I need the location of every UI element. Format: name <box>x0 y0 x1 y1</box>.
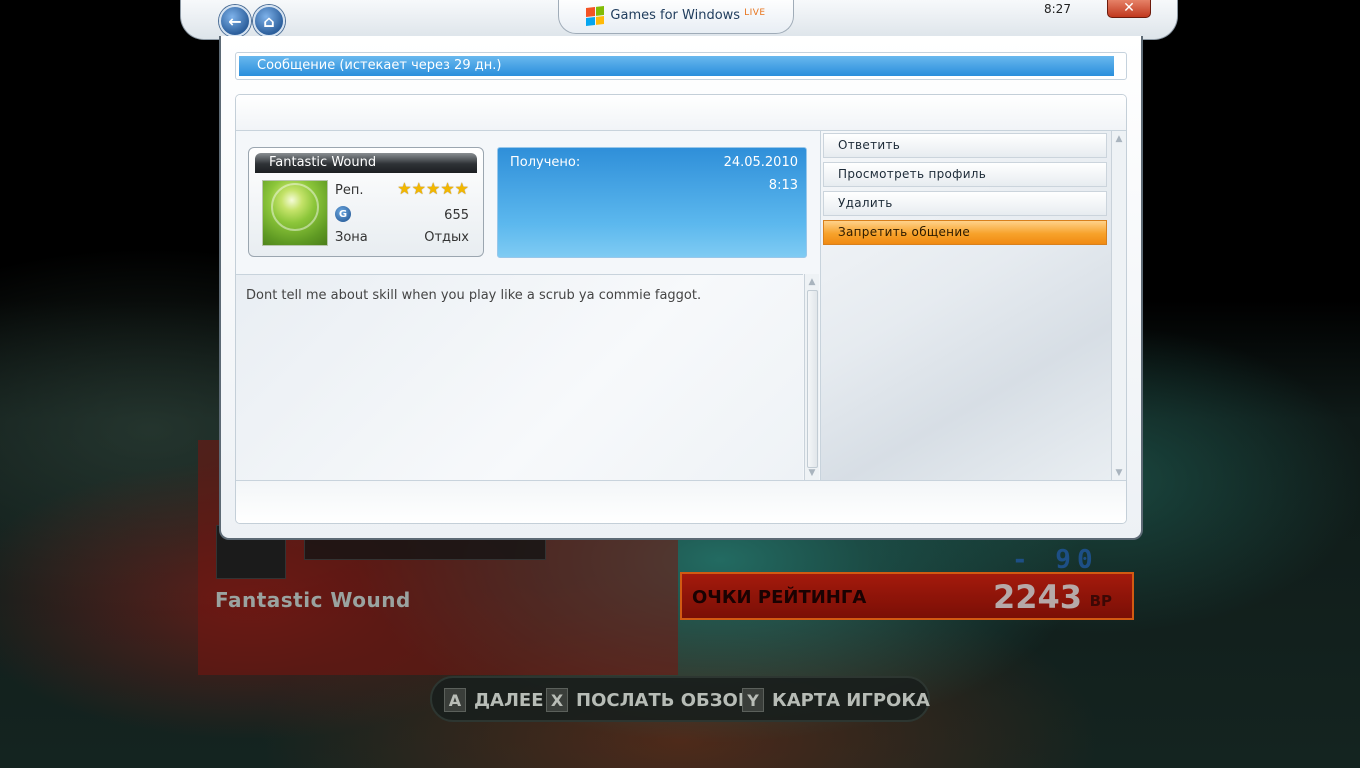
dialog-header: Сообщение (истекает через 29 дн.) <box>235 52 1127 80</box>
gamerscore-value: 655 <box>444 208 469 223</box>
dialog-content: Fantastic Wound Реп. ★ ★ ★ ★ ★ G 655 Зон… <box>235 94 1127 524</box>
game-gamertag: Fantastic Wound <box>215 588 411 612</box>
control-hint-player-card[interactable]: Y КАРТА ИГРОКА <box>742 688 930 712</box>
gfwl-logo: Games for Windows LIVE <box>558 0 794 34</box>
zone-label: Зона <box>335 230 368 245</box>
close-button[interactable]: ✕ <box>1107 0 1151 18</box>
content-bottom-strip <box>236 480 1126 523</box>
control-hint-label: КАРТА ИГРОКА <box>772 689 930 711</box>
rating-points-bar: ОЧКИ РЕЙТИНГА 2243 BP <box>680 572 1134 620</box>
reputation-stars: ★ ★ ★ ★ ★ <box>397 181 469 197</box>
message-body: Dont tell me about skill when you play l… <box>236 274 803 482</box>
rating-points-label: ОЧКИ РЕЙТИНГА <box>692 587 867 608</box>
home-button[interactable]: ⌂ <box>253 5 285 37</box>
zone-value: Отдых <box>424 230 469 245</box>
view-profile-button[interactable]: Просмотреть профиль <box>823 162 1107 187</box>
scroll-thumb[interactable] <box>807 290 818 468</box>
rating-points-value: 2243 <box>992 578 1082 616</box>
logo-text: Games for Windows <box>610 8 741 23</box>
control-hint-label: ПОСЛАТЬ ОБЗОР <box>576 689 752 711</box>
delete-button[interactable]: Удалить <box>823 191 1107 216</box>
control-hint-send-review[interactable]: X ПОСЛАТЬ ОБЗОР <box>546 688 751 712</box>
message-dialog: Сообщение (истекает через 29 дн.) Fantas… <box>219 36 1143 540</box>
dialog-title: Сообщение (истекает через 29 дн.) <box>239 56 1114 76</box>
scroll-up-icon[interactable]: ▲ <box>1112 132 1126 146</box>
message-text: Dont tell me about skill when you play l… <box>246 288 702 303</box>
received-time: 8:13 <box>768 178 798 193</box>
star-icon: ★ <box>440 179 455 198</box>
star-icon: ★ <box>411 179 426 198</box>
star-icon: ★ <box>397 179 412 198</box>
avatar <box>262 180 328 246</box>
button-a-icon: A <box>444 688 466 712</box>
block-communication-button[interactable]: Запретить общение <box>823 220 1107 245</box>
scroll-down-icon[interactable]: ▼ <box>805 466 819 480</box>
control-hint-label: ДАЛЕЕ <box>474 689 544 711</box>
scroll-up-icon[interactable]: ▲ <box>805 275 819 289</box>
button-x-icon: X <box>546 688 568 712</box>
content-top-strip <box>236 95 1126 131</box>
reply-button[interactable]: Ответить <box>823 133 1107 158</box>
received-label: Получено: <box>510 155 581 170</box>
clock: 8:27 <box>1044 2 1071 16</box>
star-icon: ★ <box>425 179 441 198</box>
back-arrow-icon: ← <box>228 11 242 31</box>
control-hint-next[interactable]: A ДАЛЕЕ <box>444 688 544 712</box>
windows-flag-icon <box>586 5 605 26</box>
logo-live: LIVE <box>744 7 766 18</box>
gamerscore-g-icon: G <box>335 206 351 222</box>
received-date: 24.05.2010 <box>723 155 798 170</box>
received-panel: Получено: 24.05.2010 8:13 <box>497 147 807 258</box>
actions-pane: Ответить Просмотреть профиль Удалить Зап… <box>821 131 1111 481</box>
home-icon: ⌂ <box>263 11 275 31</box>
scroll-down-icon[interactable]: ▼ <box>1112 466 1126 480</box>
reputation-label: Реп. <box>335 183 364 198</box>
star-icon: ★ <box>454 179 469 198</box>
score-delta: - 90 <box>1012 545 1099 575</box>
back-button[interactable]: ← <box>219 5 251 37</box>
controller-hints: A ДАЛЕЕ X ПОСЛАТЬ ОБЗОР Y КАРТА ИГРОКА <box>430 676 930 722</box>
gamercard[interactable]: Fantastic Wound Реп. ★ ★ ★ ★ ★ G 655 Зон… <box>248 147 484 257</box>
button-y-icon: Y <box>742 688 764 712</box>
message-scrollbar[interactable]: ▲ ▼ <box>804 274 819 481</box>
gamercard-gamertag: Fantastic Wound <box>255 153 477 173</box>
actions-scrollbar[interactable]: ▲ ▼ <box>1111 131 1126 481</box>
rating-points-unit: BP <box>1089 592 1112 610</box>
gfwl-top-bar: ← ⌂ Games for Windows LIVE 8:27 ✕ <box>180 0 1178 40</box>
close-icon: ✕ <box>1123 0 1135 16</box>
message-pane: Fantastic Wound Реп. ★ ★ ★ ★ ★ G 655 Зон… <box>236 131 821 482</box>
